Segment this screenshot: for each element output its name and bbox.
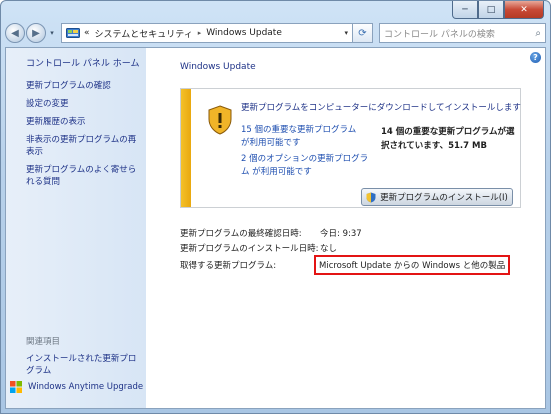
navigation-bar: ◀ ▶ ▾ « システムとセキュリティ ▸ Windows Update ▾ ⟳…: [5, 21, 546, 45]
info-label: 取得する更新プログラム:: [180, 260, 277, 271]
search-input[interactable]: コントロール パネルの検索 ⌕: [379, 23, 546, 43]
sidebar-home-link[interactable]: コントロール パネル ホーム: [26, 56, 139, 69]
uac-shield-icon: [366, 192, 376, 202]
install-updates-button[interactable]: 更新プログラムのインストール(I): [361, 188, 513, 206]
info-label: 更新プログラムのインストール日時:: [180, 243, 319, 254]
see-also-list: インストールされた更新プログラム: [26, 353, 141, 383]
info-row-update-source: 取得する更新プログラム: Microsoft Update からの Window…: [180, 254, 540, 275]
page-title: Windows Update: [180, 62, 256, 72]
main-panel: ? Windows Update 更新プログラムをコンピューターにダウンロードし…: [146, 48, 545, 408]
sidebar-item-change-settings[interactable]: 設定の変更: [26, 98, 138, 110]
sidebar: コントロール パネル ホーム 更新プログラムの確認 設定の変更 更新履歴の表示 …: [6, 48, 146, 408]
status-heading: 更新プログラムをコンピューターにダウンロードしてインストールします: [241, 103, 521, 113]
warning-status-bar: [181, 89, 191, 207]
minimize-button[interactable]: ─: [452, 1, 478, 19]
sidebar-item-check-updates[interactable]: 更新プログラムの確認: [26, 80, 138, 92]
refresh-button[interactable]: ⟳: [353, 23, 373, 43]
forward-button[interactable]: ▶: [26, 23, 46, 43]
anytime-upgrade-label[interactable]: Windows Anytime Upgrade: [28, 381, 143, 393]
windows-flag-icon: [10, 381, 22, 393]
search-icon[interactable]: ⌕: [535, 28, 541, 39]
sidebar-item-installed-updates[interactable]: インストールされた更新プログラム: [26, 353, 141, 377]
info-label: 更新プログラムの最終確認日時:: [180, 228, 302, 239]
sidebar-item-anytime-upgrade[interactable]: Windows Anytime Upgrade: [10, 381, 143, 393]
info-row-installed: 更新プログラムのインストール日時: なし: [180, 241, 540, 254]
sidebar-task-list: 更新プログラムの確認 設定の変更 更新履歴の表示 非表示の更新プログラムの再表示…: [26, 80, 138, 194]
sidebar-item-faq[interactable]: 更新プログラムのよく寄せられる質問: [26, 164, 138, 188]
close-button[interactable]: ✕: [504, 1, 544, 19]
control-panel-icon: [66, 28, 80, 38]
content-area: コントロール パネル ホーム 更新プログラムの確認 設定の変更 更新履歴の表示 …: [5, 47, 546, 409]
breadcrumb-separator[interactable]: ▸: [198, 29, 202, 37]
search-placeholder[interactable]: コントロール パネルの検索: [384, 27, 535, 40]
info-value: なし: [320, 243, 338, 254]
breadcrumb-system-security[interactable]: システムとセキュリティ: [95, 27, 193, 40]
help-icon[interactable]: ?: [530, 52, 541, 63]
caption-buttons: ─ □ ✕: [452, 1, 544, 19]
window-frame: ─ □ ✕ ◀ ▶ ▾ « システムとセキュリティ ▸ Windows Upda…: [0, 0, 551, 414]
address-dropdown-icon[interactable]: ▾: [344, 29, 348, 37]
sidebar-item-restore-hidden[interactable]: 非表示の更新プログラムの再表示: [26, 134, 138, 158]
see-also-heading: 関連項目: [26, 337, 61, 347]
sidebar-item-update-history[interactable]: 更新履歴の表示: [26, 116, 138, 128]
back-button[interactable]: ◀: [5, 23, 25, 43]
selected-updates-summary: 14 個の重要な更新プログラムが選択されています、51.7 MB: [381, 127, 515, 151]
optional-updates-link[interactable]: 2 個のオプションの更新プログラム が利用可能です: [241, 153, 371, 179]
breadcrumb-windows-update[interactable]: Windows Update: [206, 28, 282, 38]
address-bar[interactable]: « システムとセキュリティ ▸ Windows Update ▾: [61, 23, 353, 43]
update-status-panel: 更新プログラムをコンピューターにダウンロードしてインストールします 15 個の重…: [180, 88, 521, 208]
warning-shield-icon: [208, 105, 232, 135]
important-updates-link[interactable]: 15 個の重要な更新プログラムが利用可能です: [241, 124, 361, 150]
update-info: 更新プログラムの最終確認日時: 今日: 9:37 更新プログラムのインストール日…: [180, 226, 540, 275]
install-button-label[interactable]: 更新プログラムのインストール(I): [380, 191, 508, 203]
info-value: 今日: 9:37: [320, 228, 362, 239]
info-row-last-checked: 更新プログラムの最終確認日時: 今日: 9:37: [180, 226, 540, 239]
maximize-button[interactable]: □: [478, 1, 504, 19]
address-chevrons[interactable]: «: [84, 28, 90, 38]
update-source-value: Microsoft Update からの Windows と他の製品: [314, 254, 511, 275]
recent-pages-dropdown[interactable]: ▾: [47, 29, 57, 37]
